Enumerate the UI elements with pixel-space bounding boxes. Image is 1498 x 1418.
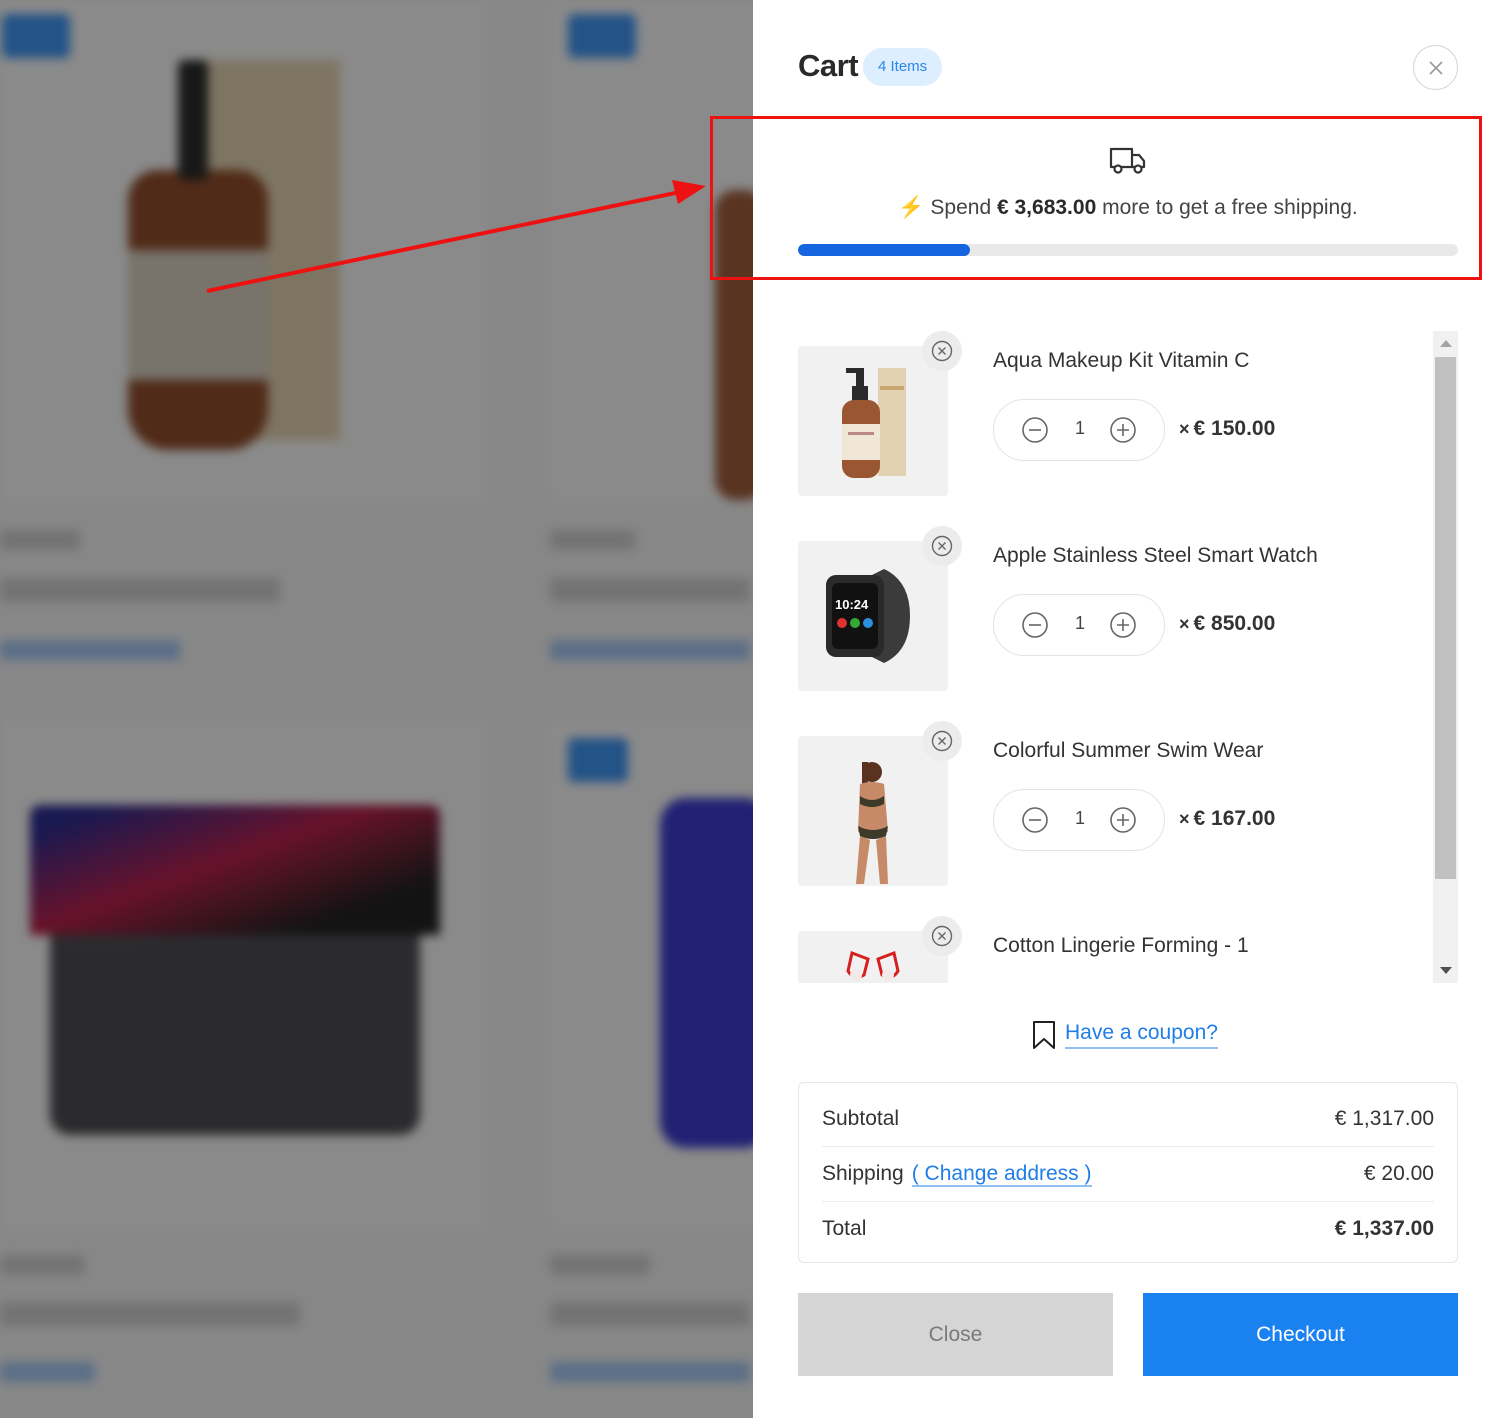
cart-item: 10:24 Apple Stainless Steel Smart Watch … xyxy=(798,526,1438,721)
shipping-progress-bar xyxy=(798,244,1458,256)
close-cart-button[interactable]: Close xyxy=(798,1293,1113,1376)
quantity-stepper: 1 xyxy=(993,399,1165,461)
shipping-value: € 20.00 xyxy=(1363,1162,1434,1185)
order-totals: Subtotal € 1,317.00 Shipping ( Change add… xyxy=(798,1082,1458,1263)
cart-panel: Cart 4 Items ⚡ Spend € 3,683.00 more to g… xyxy=(753,0,1498,1418)
shipping-label-group: Shipping ( Change address ) xyxy=(822,1162,1092,1187)
swimwear-product-image xyxy=(856,762,888,884)
subtotal-row: Subtotal € 1,317.00 xyxy=(822,1091,1434,1146)
remove-item-button[interactable] xyxy=(922,331,962,371)
cart-item: Cotton Lingerie Forming - 1 xyxy=(798,916,1438,983)
shipping-prefix: Spend xyxy=(930,196,992,219)
remove-circle-icon xyxy=(931,535,953,557)
minus-circle-icon[interactable] xyxy=(1021,611,1049,639)
free-shipping-notice: ⚡ Spend € 3,683.00 more to get a free shi… xyxy=(798,120,1458,280)
cart-item: Colorful Summer Swim Wear 1 × € 167.00 xyxy=(798,721,1438,916)
quantity-value[interactable]: 1 xyxy=(1066,418,1094,439)
checkout-button[interactable]: Checkout xyxy=(1143,1293,1458,1376)
minus-circle-icon[interactable] xyxy=(1021,416,1049,444)
modal-overlay[interactable] xyxy=(0,0,753,1418)
plus-circle-icon[interactable] xyxy=(1109,416,1137,444)
scrollbar-thumb[interactable] xyxy=(1435,357,1456,879)
quantity-stepper: 1 xyxy=(993,594,1165,656)
close-icon xyxy=(1428,60,1443,75)
scroll-up-arrow-icon[interactable] xyxy=(1440,340,1452,347)
svg-text:10:24: 10:24 xyxy=(835,597,869,612)
cart-item-name[interactable]: Aqua Makeup Kit Vitamin C xyxy=(993,349,1249,373)
truck-icon xyxy=(1109,147,1146,174)
shipping-remaining-amount: € 3,683.00 xyxy=(996,196,1097,219)
bookmark-icon xyxy=(1033,1021,1055,1049)
remove-circle-icon xyxy=(931,340,953,362)
cart-item: Aqua Makeup Kit Vitamin C 1 × € 150.00 xyxy=(798,331,1438,526)
close-button[interactable] xyxy=(1413,45,1458,90)
total-value: € 1,337.00 xyxy=(1334,1217,1434,1240)
bottle-product-image xyxy=(842,368,906,478)
minus-circle-icon[interactable] xyxy=(1021,806,1049,834)
unit-price: × € 850.00 xyxy=(1179,612,1276,635)
shipping-progress-fill xyxy=(798,244,970,256)
subtotal-label: Subtotal xyxy=(822,1106,900,1130)
quantity-stepper: 1 xyxy=(993,789,1165,851)
cart-item-list: Aqua Makeup Kit Vitamin C 1 × € 150.00 10… xyxy=(798,331,1458,983)
shipping-label: Shipping xyxy=(822,1162,904,1185)
product-thumbnail[interactable] xyxy=(798,736,948,886)
change-address-link[interactable]: ( Change address ) xyxy=(911,1162,1092,1187)
lightning-icon: ⚡ xyxy=(898,196,925,219)
quantity-value[interactable]: 1 xyxy=(1066,613,1094,634)
product-thumbnail[interactable] xyxy=(798,346,948,496)
shipping-suffix: more to get a free shipping. xyxy=(1102,196,1358,219)
smartwatch-product-image: 10:24 xyxy=(826,569,910,663)
shipping-message: ⚡ Spend € 3,683.00 more to get a free shi… xyxy=(798,196,1458,220)
subtotal-value: € 1,317.00 xyxy=(1334,1106,1434,1130)
total-row: Total € 1,337.00 xyxy=(822,1201,1434,1256)
unit-price: × € 167.00 xyxy=(1179,807,1276,830)
cart-item-name[interactable]: Colorful Summer Swim Wear xyxy=(993,739,1263,763)
total-label: Total xyxy=(822,1217,867,1240)
scroll-down-arrow-icon[interactable] xyxy=(1440,967,1452,974)
cart-item-name[interactable]: Apple Stainless Steel Smart Watch xyxy=(993,544,1318,568)
plus-circle-icon[interactable] xyxy=(1109,806,1137,834)
item-list-scrollbar[interactable] xyxy=(1433,331,1458,983)
remove-item-button[interactable] xyxy=(922,721,962,761)
remove-item-button[interactable] xyxy=(922,916,962,956)
remove-circle-icon xyxy=(931,925,953,947)
plus-circle-icon[interactable] xyxy=(1109,611,1137,639)
remove-circle-icon xyxy=(931,730,953,752)
cart-title: Cart xyxy=(798,48,859,83)
coupon-link[interactable]: Have a coupon? xyxy=(1065,1021,1218,1049)
coupon-toggle[interactable]: Have a coupon? xyxy=(1031,1015,1218,1055)
cart-item-name[interactable]: Cotton Lingerie Forming - 1 xyxy=(993,934,1249,958)
quantity-value[interactable]: 1 xyxy=(1066,808,1094,829)
remove-item-button[interactable] xyxy=(922,526,962,566)
unit-price: × € 150.00 xyxy=(1179,417,1276,440)
item-count-badge: 4 Items xyxy=(863,48,943,86)
product-thumbnail[interactable]: 10:24 xyxy=(798,541,948,691)
background-shop xyxy=(0,0,753,1418)
shipping-row: Shipping ( Change address ) € 20.00 xyxy=(822,1146,1434,1201)
